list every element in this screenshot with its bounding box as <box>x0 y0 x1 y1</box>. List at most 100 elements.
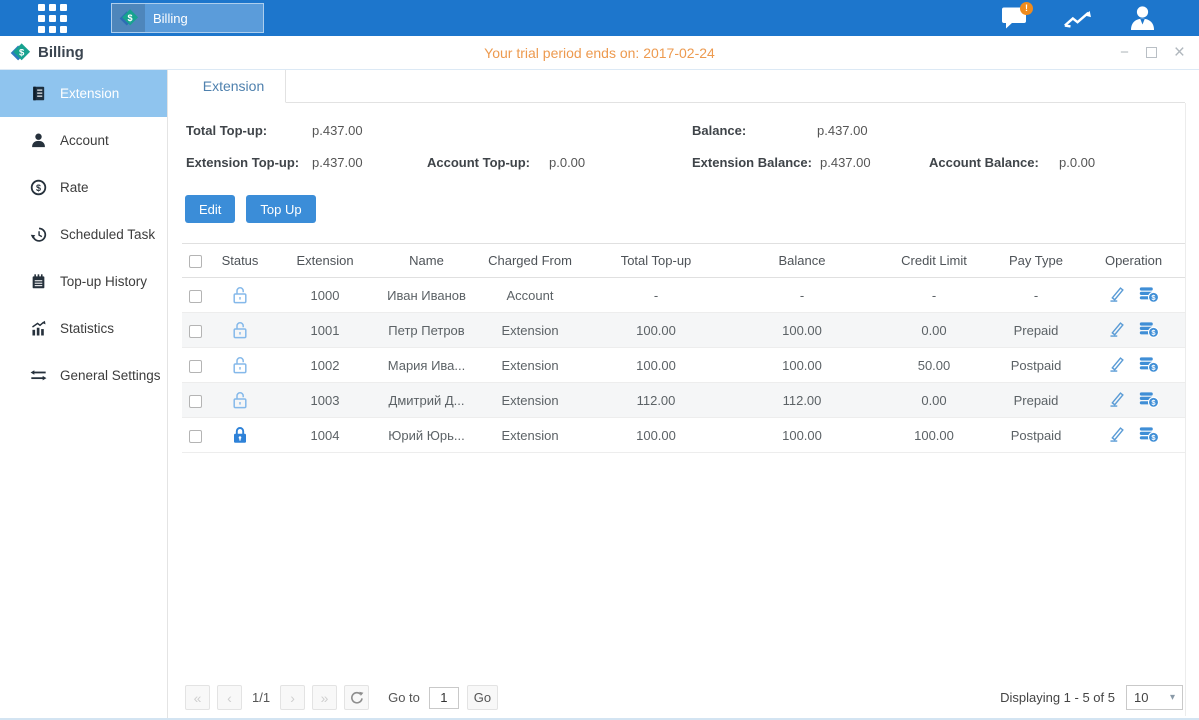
col-charged-from: Charged From <box>474 244 586 278</box>
cell-charged-from: Extension <box>474 348 586 383</box>
cell-balance: - <box>726 278 878 313</box>
person-icon <box>30 132 47 149</box>
cell-total-topup: 100.00 <box>586 418 726 453</box>
svg-text:$: $ <box>127 13 132 23</box>
cell-charged-from: Account <box>474 278 586 313</box>
lock-status-icon[interactable] <box>232 391 248 409</box>
tab-strip: Extension <box>182 70 1185 103</box>
line-chart-icon <box>1063 6 1093 30</box>
first-page-button[interactable]: « <box>185 685 210 710</box>
cell-name: Иван Иванов <box>379 278 474 313</box>
row-checkbox[interactable] <box>189 325 202 338</box>
edit-row-icon[interactable] <box>1108 425 1125 445</box>
col-total-topup: Total Top-up <box>586 244 726 278</box>
topup-row-icon[interactable] <box>1139 320 1159 341</box>
cell-balance: 112.00 <box>726 383 878 418</box>
tab-extension[interactable]: Extension <box>182 70 286 103</box>
col-pay-type: Pay Type <box>990 244 1082 278</box>
svg-text:$: $ <box>19 48 25 59</box>
sidebar-item-label: General Settings <box>60 368 161 383</box>
row-checkbox[interactable] <box>189 430 202 443</box>
next-page-button[interactable]: › <box>280 685 305 710</box>
app-launcher-icon[interactable] <box>38 4 67 33</box>
sidebar-item-extension[interactable]: Extension <box>0 70 167 117</box>
cell-pay-type: Prepaid <box>990 313 1082 348</box>
minimize-button[interactable]: − <box>1120 45 1129 60</box>
lock-status-icon[interactable] <box>232 356 248 374</box>
history-clock-icon <box>30 226 47 243</box>
window-titlebar: $ Billing Your trial period ends on: 201… <box>0 36 1199 70</box>
taskbar-billing-tab[interactable]: $ Billing <box>111 3 264 33</box>
account-menu-button[interactable] <box>1127 5 1157 31</box>
sidebar-item-account[interactable]: Account <box>0 117 167 164</box>
lock-status-icon[interactable] <box>232 426 248 444</box>
col-credit-limit: Credit Limit <box>878 244 990 278</box>
edit-button[interactable]: Edit <box>185 195 235 223</box>
extension-topup-label: Extension Top-up: <box>186 155 299 170</box>
select-all-checkbox[interactable] <box>189 255 202 268</box>
window-title: $ Billing <box>10 42 84 63</box>
table-row: 1003 Дмитрий Д... Extension 112.00 112.0… <box>182 383 1185 418</box>
edit-row-icon[interactable] <box>1108 390 1125 410</box>
sidebar-item-rate[interactable]: $ Rate <box>0 164 167 211</box>
col-name: Name <box>379 244 474 278</box>
close-button[interactable]: × <box>1174 43 1185 62</box>
sidebar-item-scheduled-task[interactable]: Scheduled Task <box>0 211 167 258</box>
balance-label: Balance: <box>692 123 746 138</box>
sidebar-item-statistics[interactable]: Statistics <box>0 305 167 352</box>
table-header-row: Status Extension Name Charged From Total… <box>182 244 1185 278</box>
row-checkbox[interactable] <box>189 395 202 408</box>
balance-value: p.437.00 <box>817 123 868 138</box>
edit-row-icon[interactable] <box>1108 355 1125 375</box>
topup-row-icon[interactable] <box>1139 355 1159 376</box>
goto-label: Go to <box>388 690 420 705</box>
edit-row-icon[interactable] <box>1108 320 1125 340</box>
sidebar-item-label: Rate <box>60 180 89 195</box>
notepad-icon <box>30 273 47 290</box>
cell-name: Петр Петров <box>379 313 474 348</box>
extension-balance-value: p.437.00 <box>820 155 871 170</box>
cell-balance: 100.00 <box>726 418 878 453</box>
sidebar-item-topup-history[interactable]: Top-up History <box>0 258 167 305</box>
svg-text:$: $ <box>36 183 41 193</box>
sidebar-item-label: Extension <box>60 86 119 101</box>
account-balance-label: Account Balance: <box>929 155 1039 170</box>
topbar: $ Billing ! <box>0 0 1199 36</box>
cell-total-topup: - <box>586 278 726 313</box>
cell-pay-type: - <box>990 278 1082 313</box>
cell-total-topup: 112.00 <box>586 383 726 418</box>
col-status: Status <box>209 244 271 278</box>
refresh-button[interactable] <box>344 685 369 710</box>
cell-credit-limit: 100.00 <box>878 418 990 453</box>
maximize-button[interactable] <box>1146 47 1157 58</box>
window-title-text: Billing <box>38 44 84 61</box>
row-checkbox[interactable] <box>189 290 202 303</box>
topup-row-icon[interactable] <box>1139 390 1159 411</box>
lock-status-icon[interactable] <box>232 286 248 304</box>
monitor-button[interactable] <box>1063 5 1093 31</box>
sidebar-item-general-settings[interactable]: General Settings <box>0 352 167 399</box>
topup-row-icon[interactable] <box>1139 285 1159 306</box>
taskbar-tab-label: Billing <box>153 11 188 26</box>
trial-notice: Your trial period ends on: 2017-02-24 <box>0 45 1199 61</box>
last-page-button[interactable]: » <box>312 685 337 710</box>
edit-row-icon[interactable] <box>1108 285 1125 305</box>
row-checkbox[interactable] <box>189 360 202 373</box>
cell-credit-limit: 0.00 <box>878 383 990 418</box>
cell-extension: 1002 <box>271 348 379 383</box>
topup-row-icon[interactable] <box>1139 425 1159 446</box>
col-extension: Extension <box>271 244 379 278</box>
prev-page-button[interactable]: ‹ <box>217 685 242 710</box>
total-topup-label: Total Top-up: <box>186 123 267 138</box>
topup-button[interactable]: Top Up <box>246 195 315 223</box>
billing-diamond-icon: $ <box>10 42 31 63</box>
cell-pay-type: Postpaid <box>990 418 1082 453</box>
lock-status-icon[interactable] <box>232 321 248 339</box>
go-button[interactable]: Go <box>467 685 498 710</box>
app-window: $ Billing ! <box>0 0 1199 720</box>
notifications-button[interactable]: ! <box>999 5 1029 31</box>
page-size-select[interactable]: 10 ▾ <box>1126 685 1183 710</box>
goto-page-input[interactable] <box>429 687 459 709</box>
notification-badge: ! <box>1020 2 1033 15</box>
cell-total-topup: 100.00 <box>586 348 726 383</box>
